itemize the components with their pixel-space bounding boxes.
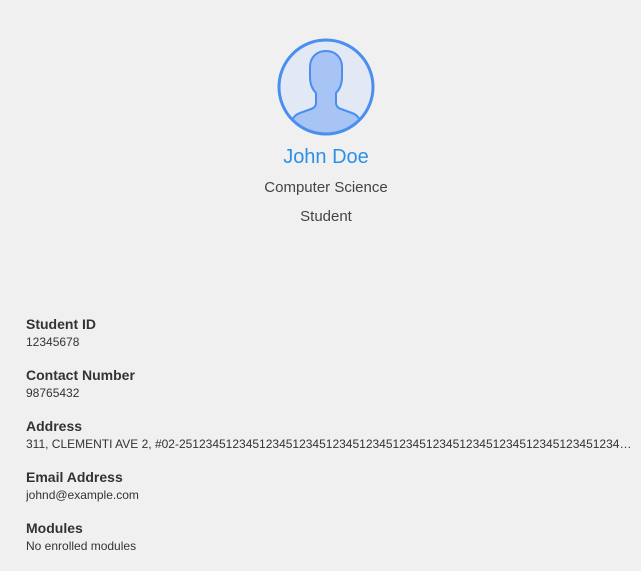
modules-label: Modules bbox=[26, 520, 83, 536]
email-label: Email Address bbox=[26, 469, 123, 485]
field-contact-number: Contact Number 98765432 bbox=[26, 367, 633, 418]
email-value: johnd@example.com bbox=[26, 488, 139, 502]
field-student-id: Student ID 12345678 bbox=[26, 316, 633, 367]
student-major: Computer Science bbox=[264, 179, 388, 196]
avatar bbox=[276, 37, 376, 137]
address-value: 311, CLEMENTI AVE 2, #02-251234512345123… bbox=[26, 437, 633, 451]
student-details: Student ID 12345678 Contact Number 98765… bbox=[26, 316, 633, 571]
student-id-label: Student ID bbox=[26, 316, 96, 332]
student-name: John Doe bbox=[283, 146, 369, 168]
address-label: Address bbox=[26, 418, 83, 434]
user-silhouette-icon bbox=[277, 38, 375, 136]
field-email: Email Address johnd@example.com bbox=[26, 469, 633, 520]
modules-value: No enrolled modules bbox=[26, 539, 137, 553]
field-modules: Modules No enrolled modules bbox=[26, 520, 633, 571]
student-role: Student bbox=[300, 208, 352, 225]
field-address: Address 311, CLEMENTI AVE 2, #02-2512345… bbox=[26, 418, 633, 469]
profile-header: John Doe Computer Science Student bbox=[0, 0, 641, 240]
contact-number-value: 98765432 bbox=[26, 386, 80, 400]
student-id-value: 12345678 bbox=[26, 335, 80, 349]
contact-number-label: Contact Number bbox=[26, 367, 135, 383]
